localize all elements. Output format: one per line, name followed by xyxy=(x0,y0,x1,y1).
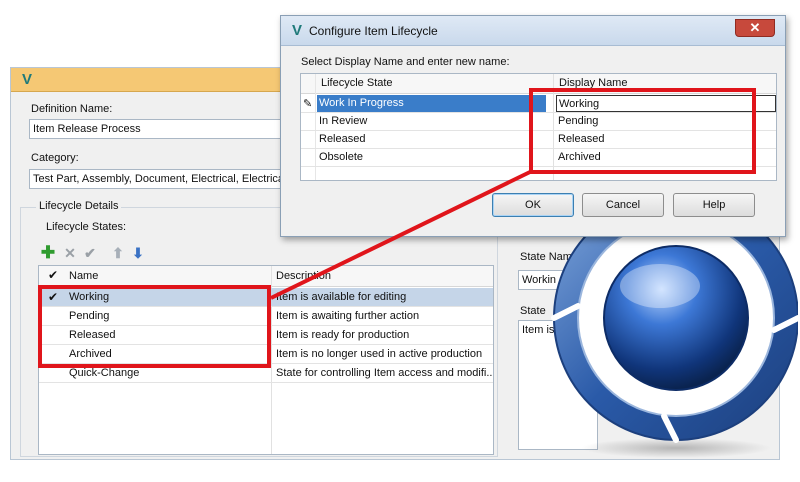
callout-connector xyxy=(270,170,531,300)
